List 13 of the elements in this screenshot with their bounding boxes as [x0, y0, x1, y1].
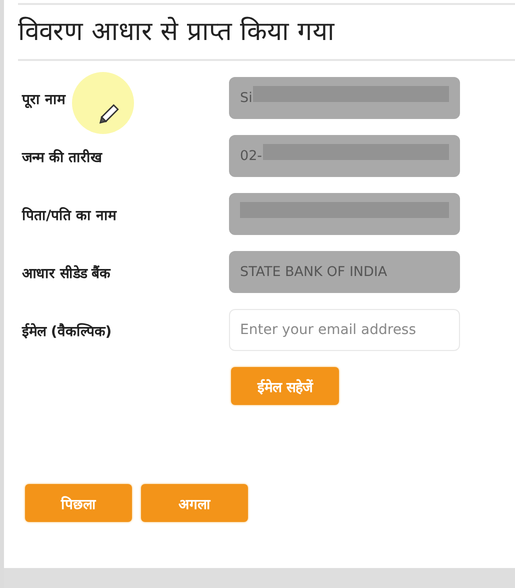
save-email-button[interactable]: ईमेल सहेजें	[231, 367, 339, 405]
field-label: जन्म की तारीख	[20, 148, 104, 166]
section-heading: विवरण आधार से प्राप्त किया गया	[18, 17, 336, 47]
field-label: पिता/पति का नाम	[20, 206, 118, 224]
field-value: Si	[240, 90, 252, 106]
field-label: ईमेल (वैकल्पिक)	[20, 322, 113, 340]
field-value: STATE BANK OF INDIA	[240, 264, 388, 280]
field-label: पूरा नाम	[20, 90, 67, 108]
field-label: आधार सीडेड बैंक	[21, 264, 112, 282]
previous-button[interactable]: पिछला	[25, 484, 132, 522]
email-field[interactable]: Enter your email address	[229, 309, 460, 351]
field-value: 02-	[240, 148, 262, 164]
next-button[interactable]: अगला	[141, 484, 248, 522]
